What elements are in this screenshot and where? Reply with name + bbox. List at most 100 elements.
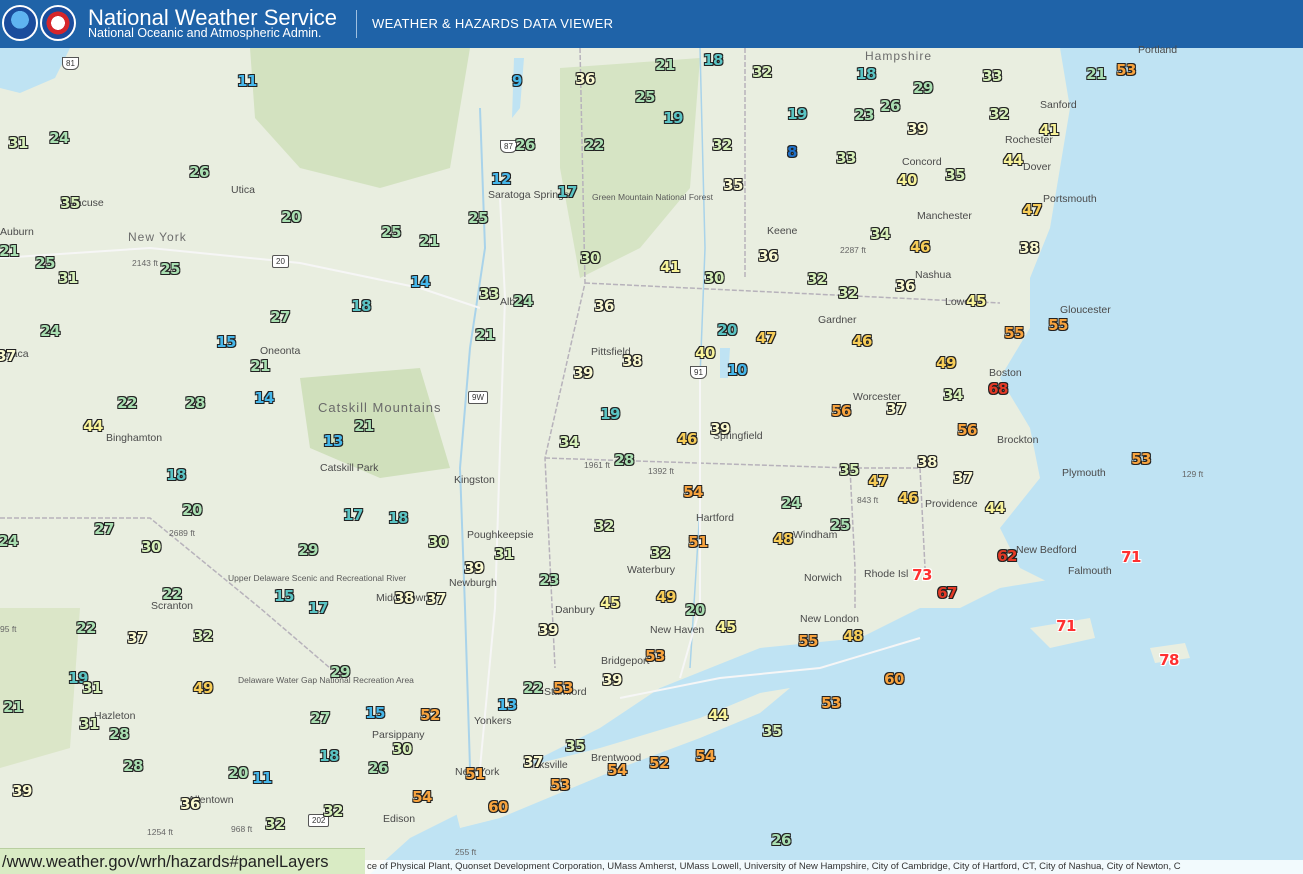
temperature-marker[interactable]: 31 <box>8 134 28 152</box>
temperature-marker[interactable]: 55 <box>1004 324 1024 342</box>
temperature-marker[interactable]: 15 <box>216 333 236 351</box>
temperature-marker[interactable]: 13 <box>323 432 343 450</box>
temperature-marker[interactable]: 18 <box>703 51 723 69</box>
temperature-marker[interactable]: 24 <box>781 494 801 512</box>
temperature-marker[interactable]: 21 <box>0 242 19 260</box>
temperature-marker[interactable]: 21 <box>250 357 270 375</box>
temperature-marker[interactable]: 32 <box>650 544 670 562</box>
temperature-marker[interactable]: 21 <box>354 417 374 435</box>
temperature-marker[interactable]: 15 <box>274 587 294 605</box>
temperature-marker[interactable]: 13 <box>497 696 517 714</box>
temperature-marker[interactable]: 17 <box>343 506 363 524</box>
temperature-marker[interactable]: 21 <box>475 326 495 344</box>
temperature-marker[interactable]: 71 <box>1121 548 1141 566</box>
temperature-marker[interactable]: 26 <box>515 136 535 154</box>
temperature-marker[interactable]: 38 <box>1019 239 1039 257</box>
temperature-marker[interactable]: 32 <box>323 802 343 820</box>
temperature-marker[interactable]: 21 <box>1086 65 1106 83</box>
temperature-marker[interactable]: 49 <box>193 679 213 697</box>
temperature-marker[interactable]: 52 <box>649 754 669 772</box>
temperature-marker[interactable]: 38 <box>394 589 414 607</box>
temperature-marker[interactable]: 39 <box>573 364 593 382</box>
temperature-marker[interactable]: 23 <box>854 106 874 124</box>
temperature-marker[interactable]: 25 <box>381 223 401 241</box>
temperature-marker[interactable]: 30 <box>704 269 724 287</box>
temperature-marker[interactable]: 53 <box>645 647 665 665</box>
temperature-marker[interactable]: 21 <box>419 232 439 250</box>
temperature-marker[interactable]: 35 <box>723 176 743 194</box>
temperature-marker[interactable]: 24 <box>0 532 18 550</box>
temperature-marker[interactable]: 23 <box>539 571 559 589</box>
temperature-marker[interactable]: 28 <box>614 451 634 469</box>
temperature-marker[interactable]: 45 <box>966 292 986 310</box>
temperature-marker[interactable]: 48 <box>773 530 793 548</box>
temperature-marker[interactable]: 27 <box>270 308 290 326</box>
temperature-marker[interactable]: 35 <box>839 461 859 479</box>
temperature-marker[interactable]: 47 <box>868 472 888 490</box>
temperature-marker[interactable]: 37 <box>886 400 906 418</box>
temperature-marker[interactable]: 37 <box>426 590 446 608</box>
temperature-marker[interactable]: 41 <box>660 258 680 276</box>
temperature-marker[interactable]: 35 <box>565 737 585 755</box>
temperature-marker[interactable]: 26 <box>880 97 900 115</box>
temperature-marker[interactable]: 22 <box>117 394 137 412</box>
temperature-marker[interactable]: 25 <box>830 516 850 534</box>
temperature-marker[interactable]: 60 <box>884 670 904 688</box>
temperature-marker[interactable]: 51 <box>465 765 485 783</box>
temperature-marker[interactable]: 62 <box>997 547 1017 565</box>
temperature-marker[interactable]: 30 <box>428 533 448 551</box>
temperature-marker[interactable]: 9 <box>512 72 522 90</box>
temperature-marker[interactable]: 29 <box>913 79 933 97</box>
temperature-marker[interactable]: 10 <box>727 361 747 379</box>
temperature-marker[interactable]: 26 <box>189 163 209 181</box>
temperature-marker[interactable]: 44 <box>708 706 728 724</box>
temperature-marker[interactable]: 56 <box>957 421 977 439</box>
temperature-marker[interactable]: 14 <box>254 389 274 407</box>
temperature-marker[interactable]: 39 <box>12 782 32 800</box>
temperature-marker[interactable]: 19 <box>600 405 620 423</box>
temperature-marker[interactable]: 32 <box>838 284 858 302</box>
temperature-marker[interactable]: 29 <box>330 663 350 681</box>
temperature-marker[interactable]: 22 <box>523 679 543 697</box>
temperature-marker[interactable]: 71 <box>1056 617 1076 635</box>
temperature-marker[interactable]: 53 <box>821 694 841 712</box>
temperature-marker[interactable]: 34 <box>943 386 963 404</box>
temperature-marker[interactable]: 33 <box>479 285 499 303</box>
temperature-marker[interactable]: 39 <box>602 671 622 689</box>
temperature-marker[interactable]: 32 <box>807 270 827 288</box>
temperature-marker[interactable]: 24 <box>513 292 533 310</box>
temperature-marker[interactable]: 25 <box>35 254 55 272</box>
temperature-marker[interactable]: 45 <box>716 618 736 636</box>
temperature-marker[interactable]: 48 <box>843 627 863 645</box>
temperature-marker[interactable]: 19 <box>787 105 807 123</box>
temperature-marker[interactable]: 38 <box>622 352 642 370</box>
temperature-marker[interactable]: 52 <box>420 706 440 724</box>
temperature-marker[interactable]: 54 <box>607 761 627 779</box>
temperature-marker[interactable]: 60 <box>488 798 508 816</box>
temperature-marker[interactable]: 19 <box>663 109 683 127</box>
temperature-marker[interactable]: 37 <box>523 753 543 771</box>
temperature-marker[interactable]: 11 <box>237 72 257 90</box>
temperature-marker[interactable]: 53 <box>1131 450 1151 468</box>
temperature-marker[interactable]: 47 <box>756 329 776 347</box>
temperature-marker[interactable]: 20 <box>228 764 248 782</box>
temperature-marker[interactable]: 40 <box>695 344 715 362</box>
temperature-marker[interactable]: 35 <box>762 722 782 740</box>
temperature-marker[interactable]: 68 <box>988 380 1008 398</box>
temperature-marker[interactable]: 37 <box>127 629 147 647</box>
temperature-marker[interactable]: 24 <box>49 129 69 147</box>
temperature-marker[interactable]: 20 <box>685 601 705 619</box>
temperature-marker[interactable]: 51 <box>688 533 708 551</box>
temperature-marker[interactable]: 34 <box>870 225 890 243</box>
temperature-marker[interactable]: 18 <box>319 747 339 765</box>
temperature-marker[interactable]: 36 <box>895 277 915 295</box>
temperature-marker[interactable]: 32 <box>712 136 732 154</box>
temperature-marker[interactable]: 37 <box>0 347 16 365</box>
temperature-marker[interactable]: 33 <box>982 67 1002 85</box>
temperature-marker[interactable]: 27 <box>94 520 114 538</box>
temperature-marker[interactable]: 32 <box>989 105 1009 123</box>
temperature-marker[interactable]: 12 <box>491 170 511 188</box>
temperature-marker[interactable]: 56 <box>831 402 851 420</box>
temperature-marker[interactable]: 37 <box>953 469 973 487</box>
temperature-marker[interactable]: 30 <box>141 538 161 556</box>
